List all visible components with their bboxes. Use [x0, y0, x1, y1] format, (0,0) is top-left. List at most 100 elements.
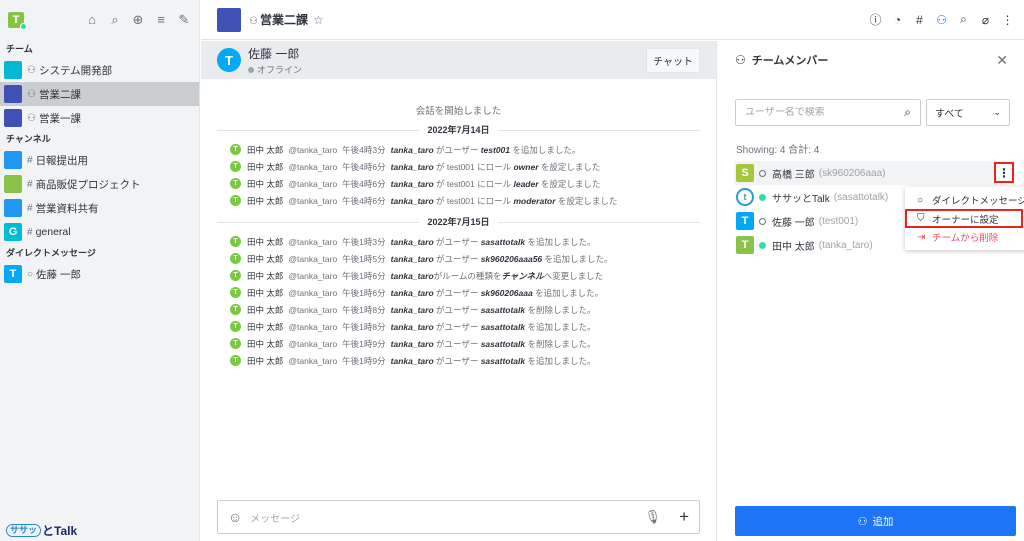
message-username: @tanka_taro — [288, 287, 338, 298]
user-avatar[interactable]: T — [8, 12, 27, 30]
message-text: tanka_taro がユーザー sasattotalk を削除しました。 — [391, 304, 596, 316]
message-actor: tanka_taro — [390, 161, 434, 172]
message-time: 午後4時6分 — [342, 178, 386, 189]
sidebar-item-channel[interactable]: # 営業資料共有 — [0, 196, 199, 220]
message-author[interactable]: 田中 太郎 — [247, 287, 283, 299]
message-avatar[interactable]: T — [230, 195, 241, 206]
message-avatar[interactable]: T — [230, 161, 241, 172]
member-username: (tanka_taro) — [818, 239, 873, 251]
kebab-icon[interactable]: ⋮ — [1001, 13, 1014, 27]
message-username: @tanka_taro — [288, 178, 338, 189]
message-author[interactable]: 田中 太郎 — [247, 236, 283, 248]
message-avatar[interactable]: T — [230, 270, 241, 281]
member-row[interactable]: S 高橋 三郎 (sk960206aaa) — [734, 161, 1015, 185]
threads-icon[interactable]: ◔ — [891, 13, 904, 27]
member-username: (sk960206aaa) — [818, 167, 886, 179]
message-username: @tanka_taro — [288, 304, 338, 315]
status-filter-select[interactable]: すべて ⌄ — [926, 99, 1010, 126]
microphone-icon[interactable]: 🎙 — [645, 509, 662, 525]
message-input[interactable]: メッセージ — [250, 510, 300, 525]
create-new-icon[interactable]: ✎ — [177, 12, 191, 28]
menu-item-set-owner[interactable]: ⛉ オーナーに設定 — [905, 209, 1023, 228]
sidebar-item-team[interactable]: ⚇ 営業二課 — [0, 82, 199, 106]
add-member-label: 追加 — [872, 515, 894, 528]
sidebar-item-channel[interactable]: # 日報提出用 — [0, 148, 199, 172]
message-avatar[interactable]: T — [230, 355, 241, 366]
message-author[interactable]: 田中 太郎 — [247, 270, 283, 282]
message-author[interactable]: 田中 太郎 — [247, 178, 283, 190]
member-status-dot — [759, 193, 766, 201]
message-author[interactable]: 田中 太郎 — [247, 321, 283, 333]
close-icon[interactable]: ✕ — [996, 52, 1008, 69]
message-composer[interactable]: ☺ メッセージ 🎙 + — [217, 500, 700, 534]
sidebar-item-team[interactable]: ⚇ 営業一課 — [0, 106, 199, 130]
system-message: T 田中 太郎 @tanka_taro 午後4時6分 tanka_taro が test… — [201, 158, 716, 175]
info-icon[interactable]: ⓘ — [869, 11, 882, 28]
message-text: tanka_taro がユーザー sasattotalk を削除しました。 — [391, 338, 596, 350]
message-avatar[interactable]: T — [230, 144, 241, 155]
directory-icon[interactable]: ⊕ — [131, 12, 145, 28]
message-avatar[interactable]: T — [230, 304, 241, 315]
message-text: tanka_taro がユーザー sasattotalk を追加しました。 — [391, 236, 596, 248]
message-text-part: がユーザー — [433, 304, 481, 315]
team-icon: ⚇ — [27, 64, 36, 76]
teams-list: ⚇ システム開発部 ⚇ 営業二課 ⚇ 営業一課 — [0, 58, 199, 130]
message-text-part: が test001 にロール — [433, 178, 514, 189]
user-avatar[interactable]: T — [217, 48, 241, 72]
message-avatar[interactable]: T — [230, 321, 241, 332]
sort-icon[interactable]: ≡ — [154, 12, 168, 28]
team-avatar — [4, 61, 22, 79]
message-author[interactable]: 田中 太郎 — [247, 304, 283, 316]
message-author[interactable]: 田中 太郎 — [247, 144, 283, 156]
sidebar-item-channel[interactable]: G # general — [0, 220, 199, 244]
add-member-button[interactable]: ⚇ 追加 — [735, 506, 1016, 536]
message-text: tanka_taro が test001 にロール owner を設定しました — [391, 161, 601, 173]
search-icon[interactable]: ⌕ — [957, 12, 970, 27]
channel-avatar — [4, 175, 22, 193]
sidebar-item-channel[interactable]: # 商品販促プロジェクト — [0, 172, 199, 196]
message-text-part: を設定しました — [555, 195, 618, 206]
chat-button[interactable]: チャット — [646, 47, 700, 73]
message-avatar[interactable]: T — [230, 338, 241, 349]
plus-icon[interactable]: + — [679, 507, 689, 527]
message-username: @tanka_taro — [288, 321, 338, 332]
channels-icon[interactable]: # — [913, 13, 926, 27]
sidebar-item-direct[interactable]: T ○ 佐藤 一郎 — [0, 262, 199, 286]
message-author[interactable]: 田中 太郎 — [247, 338, 283, 350]
search-icon[interactable]: ⌕ — [108, 12, 122, 28]
member-username: (test001) — [818, 215, 859, 227]
message-username: @tanka_taro — [288, 144, 338, 155]
home-icon[interactable]: ⌂ — [85, 12, 99, 28]
message-author[interactable]: 田中 太郎 — [247, 355, 283, 367]
message-username: @tanka_taro — [288, 236, 338, 247]
files-icon[interactable]: ⌀ — [979, 13, 992, 27]
sidebar-item-team[interactable]: ⚇ システム開発部 — [0, 58, 199, 82]
message-text-part: がユーザー — [433, 253, 481, 264]
member-kebab-button[interactable]: ⋮ — [994, 162, 1014, 183]
message-avatar[interactable]: T — [230, 236, 241, 247]
member-search-field[interactable]: ⌕ — [735, 99, 921, 126]
message-author[interactable]: 田中 太郎 — [247, 195, 283, 207]
system-message: T 田中 太郎 @tanka_taro 午後4時6分 tanka_taro が test… — [201, 175, 716, 192]
members-icon[interactable]: ⚇ — [935, 13, 948, 27]
message-username: @tanka_taro — [288, 195, 338, 206]
user-status: オフライン — [248, 63, 302, 76]
sidebar-item-label: 日報提出用 — [35, 154, 89, 167]
message-author[interactable]: 田中 太郎 — [247, 253, 283, 265]
member-status-dot — [759, 169, 766, 177]
message-avatar[interactable]: T — [230, 287, 241, 298]
date-separator: 2022年7月14日 — [217, 123, 700, 137]
message-avatar[interactable]: T — [230, 178, 241, 189]
message-target: sasattotalk — [480, 304, 526, 315]
menu-item-direct-message[interactable]: ○ ダイレクトメッセージ — [905, 191, 1024, 209]
favorite-star-icon[interactable]: ☆ — [313, 13, 324, 27]
message-target: leader — [513, 178, 539, 189]
message-author[interactable]: 田中 太郎 — [247, 161, 283, 173]
system-message: T 田中 太郎 @tanka_taro 午後1時3分 tanka_taro がユーザー … — [201, 233, 716, 250]
emoji-icon[interactable]: ☺ — [228, 509, 242, 525]
message-avatar[interactable]: T — [230, 253, 241, 264]
menu-item-remove-from-team[interactable]: ⇥ チームから削除 — [905, 228, 1024, 246]
hash-icon: # — [27, 154, 33, 166]
member-search-input[interactable] — [745, 107, 895, 118]
message-username: @tanka_taro — [288, 253, 338, 264]
